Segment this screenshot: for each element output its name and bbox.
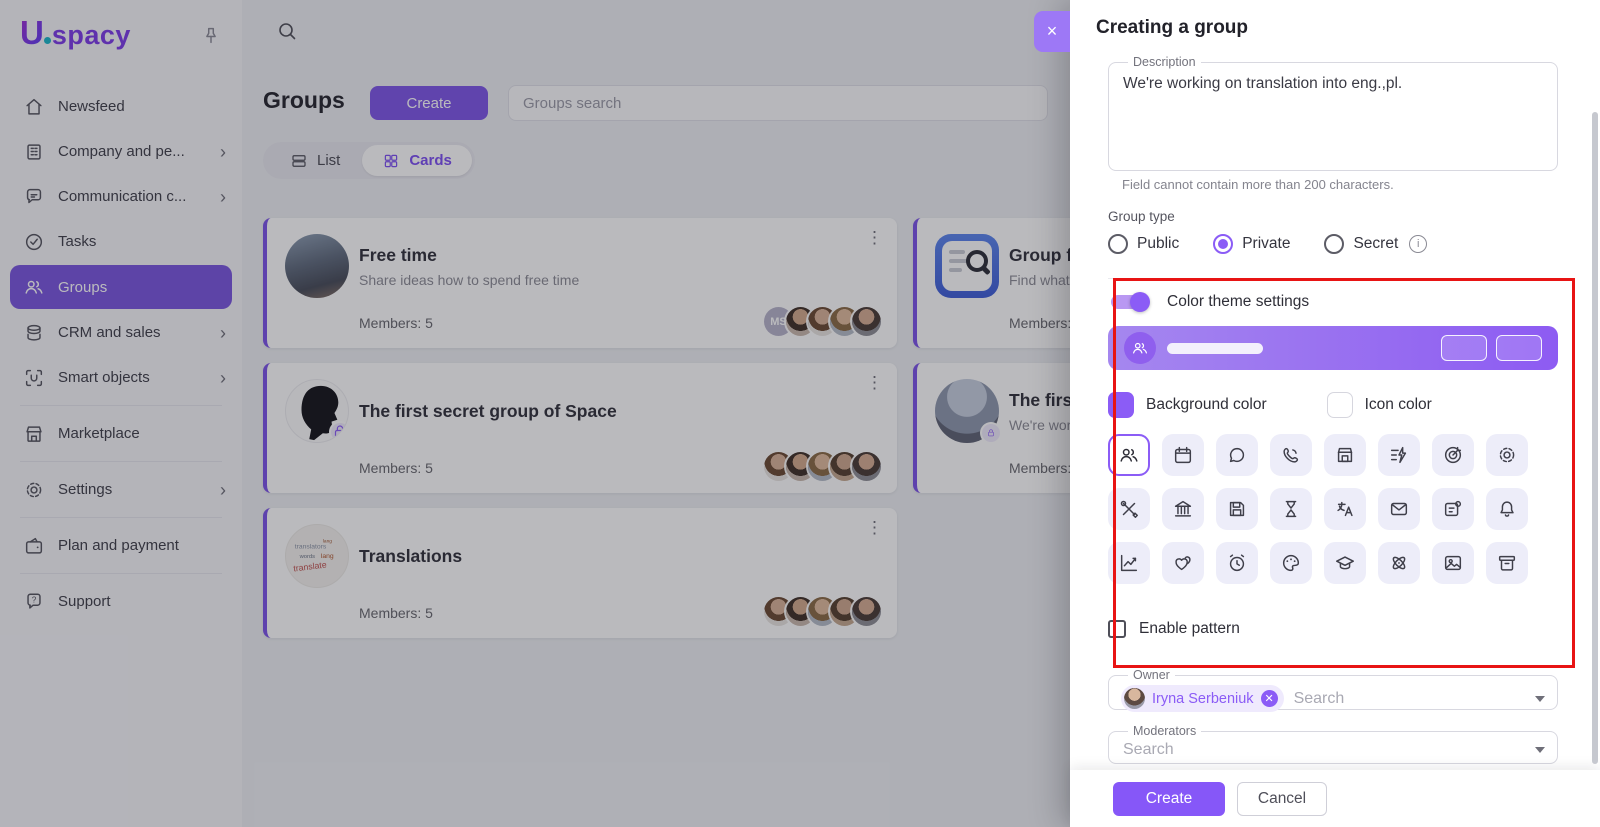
enable-pattern-checkbox[interactable]	[1108, 620, 1126, 638]
description-label: Description	[1128, 55, 1201, 69]
divider	[1108, 278, 1558, 279]
palette-icon[interactable]	[1270, 542, 1312, 584]
bank-icon[interactable]	[1162, 488, 1204, 530]
preview-group-icon	[1124, 332, 1156, 364]
calendar-icon[interactable]	[1162, 434, 1204, 476]
radio-private[interactable]: Private	[1213, 234, 1290, 254]
store-icon[interactable]	[1324, 434, 1366, 476]
moderators-label: Moderators	[1128, 724, 1201, 738]
group-type-radios: Public Private Secret i	[1108, 234, 1558, 254]
modal-footer: Create Cancel	[1070, 770, 1600, 827]
icon-grid	[1108, 434, 1558, 584]
radio-icon	[1213, 234, 1233, 254]
radio-public[interactable]: Public	[1108, 234, 1179, 254]
radio-secret[interactable]: Secret i	[1324, 234, 1427, 254]
chevron-down-icon[interactable]	[1535, 696, 1545, 702]
mail-icon[interactable]	[1378, 488, 1420, 530]
owner-avatar	[1124, 688, 1145, 709]
preview-title-placeholder	[1167, 343, 1263, 354]
alarm-icon[interactable]	[1216, 542, 1258, 584]
owner-search-placeholder[interactable]: Search	[1294, 690, 1345, 708]
radio-label: Secret	[1353, 235, 1398, 253]
background-color-swatch[interactable]	[1108, 392, 1134, 418]
creating-group-modal: × Creating a group Description We're wor…	[1070, 0, 1600, 827]
moderators-field[interactable]: Moderators Search	[1108, 724, 1558, 764]
chat-icon[interactable]	[1216, 434, 1258, 476]
archive-icon[interactable]	[1486, 542, 1528, 584]
phone-icon[interactable]	[1270, 434, 1312, 476]
chart-icon[interactable]	[1108, 542, 1150, 584]
save-icon[interactable]	[1216, 488, 1258, 530]
description-helper: Field cannot contain more than 200 chara…	[1122, 177, 1558, 192]
modal-title: Creating a group	[1070, 0, 1600, 55]
image-icon[interactable]	[1432, 542, 1474, 584]
gear-icon[interactable]	[1486, 434, 1528, 476]
modal-scrollbar[interactable]	[1592, 112, 1598, 764]
owner-chip-name: Iryna Serbeniuk	[1152, 691, 1254, 707]
hourglass-icon[interactable]	[1270, 488, 1312, 530]
radio-label: Private	[1242, 235, 1290, 253]
owner-field[interactable]: Owner Iryna Serbeniuk ✕ Search	[1108, 668, 1558, 710]
description-field[interactable]: Description We're working on translation…	[1108, 55, 1558, 171]
translate-icon[interactable]	[1324, 488, 1366, 530]
enable-pattern-label: Enable pattern	[1139, 620, 1240, 638]
description-value[interactable]: We're working on translation into eng.,p…	[1121, 71, 1545, 97]
group-theme-preview	[1108, 326, 1558, 370]
radio-icon	[1324, 234, 1344, 254]
modal-body: Description We're working on translation…	[1108, 55, 1558, 770]
graduation-icon[interactable]	[1324, 542, 1366, 584]
bell-icon[interactable]	[1486, 488, 1528, 530]
radio-label: Public	[1137, 235, 1179, 253]
remove-owner-icon[interactable]: ✕	[1261, 690, 1278, 707]
hearts-icon[interactable]	[1162, 542, 1204, 584]
preview-button-placeholder	[1441, 335, 1487, 361]
moderators-search-placeholder[interactable]: Search	[1123, 741, 1174, 759]
modal-backdrop[interactable]	[0, 0, 1070, 827]
background-color-label: Background color	[1146, 396, 1267, 414]
atom-icon[interactable]	[1378, 542, 1420, 584]
group-type-label: Group type	[1108, 209, 1558, 224]
info-icon[interactable]: i	[1409, 235, 1427, 253]
people-icon[interactable]	[1108, 434, 1150, 476]
close-modal-button[interactable]: ×	[1034, 11, 1070, 52]
icon-color-label: Icon color	[1365, 396, 1432, 414]
modal-create-button[interactable]: Create	[1113, 782, 1225, 816]
target-icon[interactable]	[1432, 434, 1474, 476]
tools-icon[interactable]	[1108, 488, 1150, 530]
contact-icon[interactable]	[1432, 488, 1474, 530]
tasks-icon[interactable]	[1378, 434, 1420, 476]
color-theme-toggle-label: Color theme settings	[1167, 293, 1309, 311]
owner-label: Owner	[1128, 668, 1175, 682]
color-theme-toggle[interactable]	[1111, 295, 1145, 309]
icon-color-swatch[interactable]	[1327, 392, 1353, 418]
chevron-down-icon[interactable]	[1535, 747, 1545, 753]
preview-button-placeholder	[1496, 335, 1542, 361]
modal-cancel-button[interactable]: Cancel	[1237, 782, 1327, 816]
owner-chip[interactable]: Iryna Serbeniuk ✕	[1121, 685, 1284, 712]
radio-icon	[1108, 234, 1128, 254]
